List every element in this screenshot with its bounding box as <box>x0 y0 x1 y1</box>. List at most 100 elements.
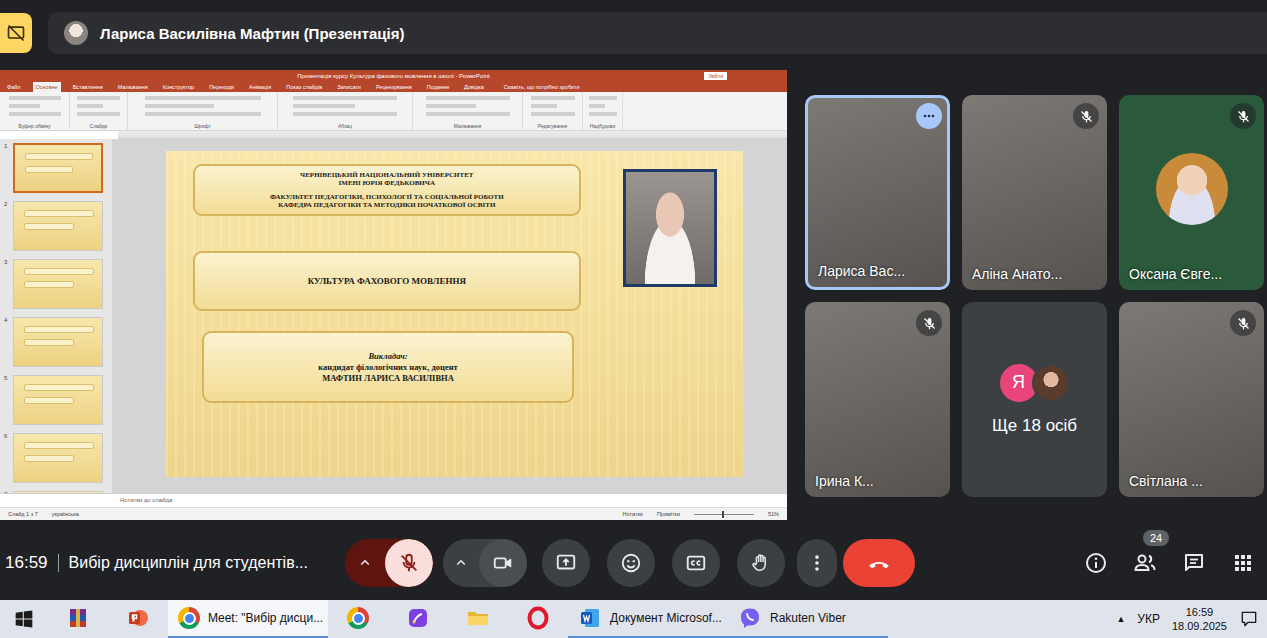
ribbon-group-label: Слайди <box>90 123 108 129</box>
ribbon: Буфер обмінуСлайдиШрифтАбзацМалюванняРед… <box>0 92 787 131</box>
ribbon-control[interactable] <box>293 112 397 116</box>
ribbon-control[interactable] <box>77 104 102 108</box>
camera-options-button[interactable] <box>443 539 479 587</box>
ribbon-tab[interactable]: Подання <box>424 82 452 92</box>
taskbar-app[interactable] <box>388 600 448 638</box>
ribbon-tab[interactable]: Файл <box>4 82 24 92</box>
ribbon-control[interactable] <box>589 112 617 116</box>
camera-button[interactable] <box>479 539 527 587</box>
taskbar-app[interactable]: Rakuten Viber <box>728 600 888 638</box>
reactions-button[interactable] <box>607 539 655 587</box>
tray-expand-button[interactable]: ▲ <box>1116 614 1125 624</box>
ribbon-control[interactable] <box>145 96 261 100</box>
slide-thumbnails: 1234567 <box>0 139 112 493</box>
ruler <box>118 131 787 140</box>
notification-button[interactable] <box>1239 609 1259 629</box>
people-button[interactable]: 24 <box>1125 543 1165 583</box>
participant-tile[interactable]: Світлана ... <box>1119 302 1264 497</box>
ribbon-tab[interactable]: Переходи <box>206 82 237 92</box>
ribbon-control[interactable] <box>145 104 215 108</box>
ribbon-tab[interactable]: Вставлення <box>70 82 106 92</box>
clock[interactable]: 16:5918.09.2025 <box>1172 605 1227 633</box>
mic-control <box>345 539 433 587</box>
meeting-info: 16:59Вибір дисциплін для студентів... <box>5 553 345 573</box>
activities-button[interactable] <box>1223 543 1263 583</box>
captions-button[interactable] <box>672 539 720 587</box>
mic-options-button[interactable] <box>345 539 385 587</box>
ribbon-control[interactable] <box>426 96 510 100</box>
participant-tile[interactable]: Ірина К... <box>805 302 950 497</box>
ribbon-tab[interactable]: Основне <box>33 82 61 92</box>
ribbon-control[interactable] <box>531 112 575 116</box>
zoom-thumb[interactable] <box>722 511 724 518</box>
slide-thumbnail[interactable]: 4 <box>0 317 112 367</box>
meet-screen: Лариса Василівна Мафтин (Презентація)Пре… <box>0 0 1267 638</box>
ribbon-tab[interactable]: Малювання <box>115 82 151 92</box>
slide-thumbnail[interactable]: 5 <box>0 375 112 425</box>
slide-thumbnail[interactable]: 6 <box>0 433 112 483</box>
muted-badge <box>916 310 942 336</box>
clock-time: 16:59 <box>1186 605 1214 619</box>
present-button[interactable] <box>542 539 590 587</box>
ribbon-tab[interactable]: Конструктор <box>160 82 197 92</box>
ribbon-control[interactable] <box>589 96 617 100</box>
more-options-button[interactable] <box>797 539 837 587</box>
taskbar-app[interactable] <box>108 600 168 638</box>
participant-tile[interactable]: Лариса Вас... <box>805 95 950 290</box>
leave-call-button[interactable] <box>843 539 915 587</box>
muted-badge <box>1230 103 1256 129</box>
taskbar-app[interactable] <box>448 600 508 638</box>
sign-in-button[interactable]: Увійти <box>704 72 727 80</box>
thumbnail-preview <box>13 201 103 251</box>
slide-thumbnail[interactable]: 1 <box>0 143 112 193</box>
stop-presenting-button[interactable] <box>0 13 32 53</box>
participant-tile[interactable]: Аліна Анато... <box>962 95 1107 290</box>
ribbon-tab[interactable]: Анімація <box>246 82 274 92</box>
taskbar-app[interactable] <box>508 600 568 638</box>
shared-screen: Презентація курсу Культура фахового мовл… <box>0 70 787 520</box>
chrome-icon <box>178 607 200 629</box>
input-language[interactable]: УКР <box>1137 612 1160 626</box>
ribbon-control[interactable] <box>293 96 397 100</box>
comments-button[interactable]: Примітки <box>657 511 680 517</box>
notes-button[interactable]: Нотатки <box>623 511 643 517</box>
ribbon-tab[interactable]: Рецензування <box>373 82 415 92</box>
ribbon-tab[interactable]: Записати <box>334 82 364 92</box>
ribbon-control[interactable] <box>531 104 557 108</box>
start-button[interactable] <box>0 600 48 638</box>
lecturer-box: Викладач:кандидат філологічних наук, доц… <box>202 331 574 403</box>
zoom-slider[interactable] <box>694 514 754 515</box>
taskbar-app[interactable] <box>48 600 108 638</box>
ribbon-control[interactable] <box>589 104 606 108</box>
taskbar-app[interactable]: Документ Microsof... <box>568 600 728 638</box>
participant-tile[interactable]: Оксана Євге... <box>1119 95 1264 290</box>
notes-pane[interactable]: Нотатки до слайда <box>0 493 787 507</box>
taskbar-app[interactable]: Meet: "Вибір дисци... <box>168 600 328 638</box>
taskbar-app[interactable] <box>328 600 388 638</box>
raise-hand-button[interactable] <box>737 539 785 587</box>
present-icon <box>555 552 577 574</box>
ribbon-tab[interactable]: Довідка <box>461 82 487 92</box>
info-button[interactable] <box>1076 543 1116 583</box>
slide-thumbnail[interactable]: 3 <box>0 259 112 309</box>
ribbon-control[interactable] <box>9 96 61 100</box>
ribbon-control[interactable] <box>77 96 119 100</box>
ribbon-search[interactable]: Скажіть, що потрібно зробити <box>504 84 580 90</box>
participant-tile[interactable]: ЯЩе 18 осіб <box>962 302 1107 497</box>
ribbon-control[interactable] <box>77 112 119 116</box>
ribbon-control[interactable] <box>293 104 355 108</box>
slide-thumbnail[interactable]: 2 <box>0 201 112 251</box>
ribbon-control[interactable] <box>426 104 476 108</box>
chrome-icon <box>347 607 369 629</box>
mic-button[interactable] <box>385 539 433 587</box>
ribbon-control[interactable] <box>531 96 575 100</box>
thumbnail-number: 2 <box>4 201 10 207</box>
ribbon-control[interactable] <box>9 112 61 116</box>
ribbon-control[interactable] <box>426 112 510 116</box>
chat-button[interactable] <box>1174 543 1214 583</box>
speaking-badge[interactable] <box>916 103 942 129</box>
lecturer-photo <box>623 169 717 287</box>
ribbon-control[interactable] <box>9 104 40 108</box>
ribbon-control[interactable] <box>145 112 261 116</box>
ribbon-tab[interactable]: Показ слайдів <box>283 82 325 92</box>
